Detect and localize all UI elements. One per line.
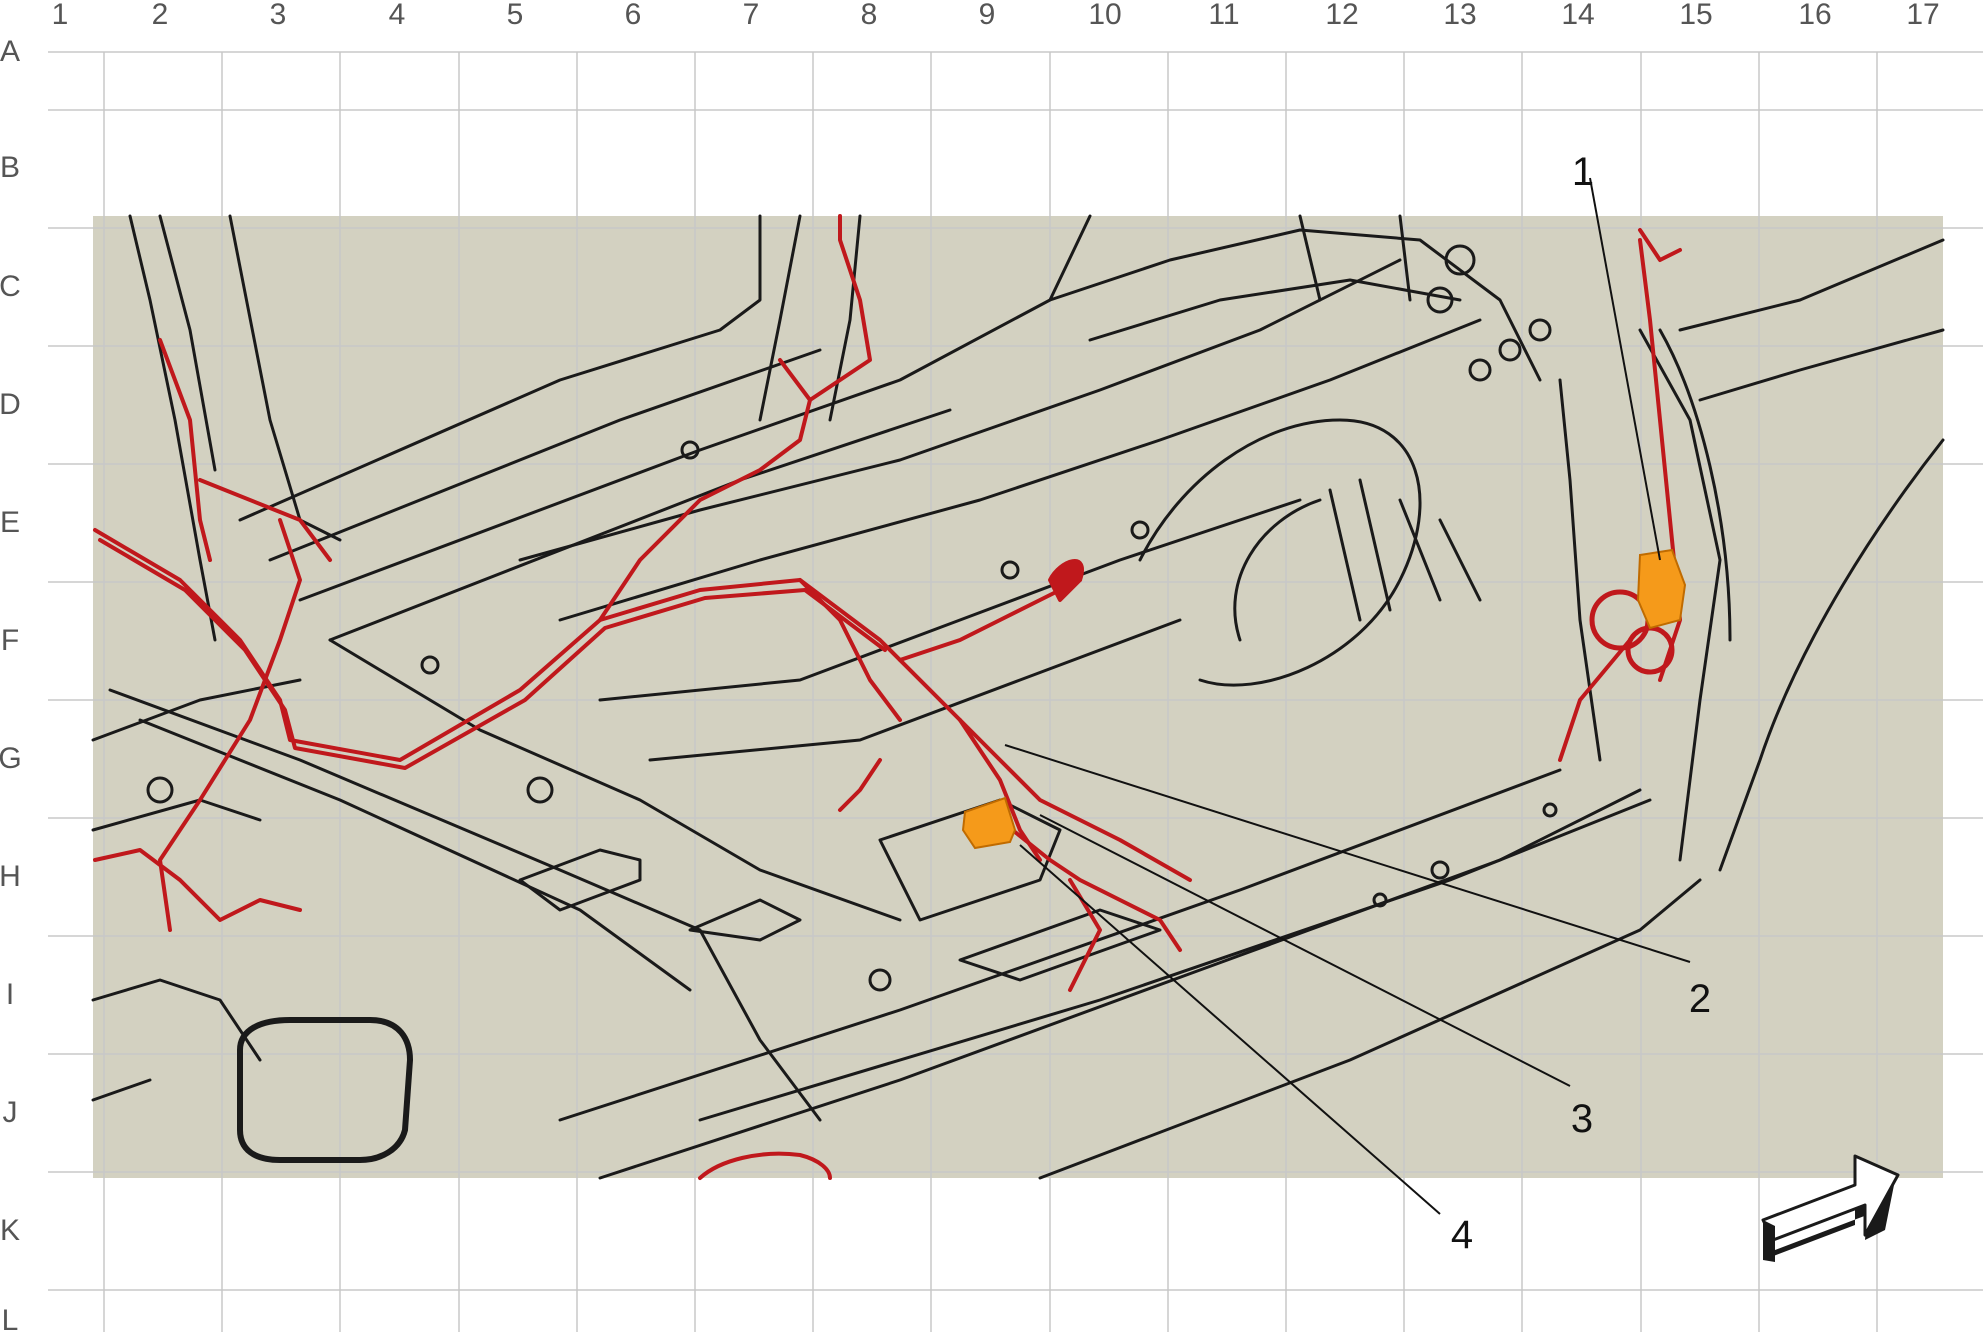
grid-row-label: K [0,1214,20,1247]
grid-column-label: 15 [1679,0,1712,31]
grid-row-label: H [0,860,21,893]
grid-row-label: D [0,388,21,421]
grid-row-label: I [6,978,14,1011]
callout-4: 4 [1451,1213,1473,1257]
grid-column-label: 3 [270,0,287,31]
grid-column-label: 5 [507,0,524,31]
grid-column-label: 4 [389,0,406,31]
grid-row-label: G [0,742,22,775]
grid-row-label: C [0,270,21,303]
grid-column-label: 8 [861,0,878,31]
grid-row-label: J [3,1096,18,1129]
grid-column-label: 9 [979,0,996,31]
grid-column-label: 11 [1208,0,1239,31]
grid-column-labels: 1 2 3 4 5 6 7 8 9 10 11 12 13 14 15 16 1… [52,0,1940,31]
grid-column-label: 6 [625,0,642,31]
grid-column-label: 12 [1325,0,1358,31]
grid-row-label: E [0,506,20,539]
diagram-canvas: 1 2 3 4 5 6 7 8 9 10 11 12 13 14 15 16 1… [0,0,1983,1332]
grid-column-label: 17 [1906,0,1939,31]
grid-column-label: 13 [1443,0,1476,31]
grid-column-label: 10 [1088,0,1121,31]
grid-column-label: 14 [1561,0,1594,31]
grid-row-labels: A B C D E F G H I J K L [0,35,22,1332]
grid-row-label: A [0,35,20,68]
grid-column-label: 2 [152,0,169,31]
grid-row-label: F [1,624,19,657]
diagram-panel [93,216,1943,1178]
grid-column-label: 7 [743,0,760,31]
callout-3: 3 [1571,1097,1593,1141]
callout-2: 2 [1689,977,1711,1021]
grid-row-label: B [0,151,20,184]
grid-column-label: 16 [1798,0,1831,31]
callout-1: 1 [1572,150,1594,194]
grid-column-label: 1 [52,0,69,31]
grid-row-label: L [2,1304,19,1332]
